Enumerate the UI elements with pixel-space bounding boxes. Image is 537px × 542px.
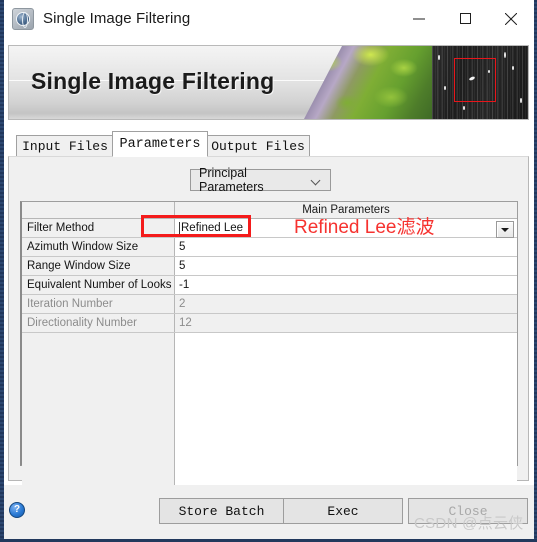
table-row[interactable]: Range Window Size 5: [22, 257, 517, 276]
table-row[interactable]: Azimuth Window Size 5: [22, 238, 517, 257]
tab-parameters[interactable]: Parameters: [112, 131, 208, 157]
row-value-iteration-number: 2: [175, 295, 517, 313]
row-value-directionality-number: 12: [175, 314, 517, 332]
exec-button-label: Exec: [327, 503, 359, 519]
annotation-note: Refined Lee滤波: [294, 217, 435, 238]
exec-button[interactable]: Exec: [283, 498, 403, 524]
filter-method-dropdown-button[interactable]: [496, 221, 514, 238]
text-caret: [179, 222, 180, 234]
store-batch-button-label: Store Batch: [178, 503, 265, 519]
parameter-set-select-value: Principal Parameters: [199, 166, 264, 194]
table-empty-area: [22, 333, 517, 486]
row-label-iteration-number: Iteration Number: [22, 295, 175, 313]
close-icon[interactable]: [488, 0, 534, 37]
table-header-row: Main Parameters: [22, 202, 517, 219]
parameters-panel: Principal Parameters Main Parameters Fil…: [8, 156, 529, 486]
application-window: Single Image Filtering Single Image Filt…: [0, 0, 537, 542]
tab-input-files[interactable]: Input Files: [16, 135, 114, 157]
table-row: Iteration Number 2: [22, 295, 517, 314]
footer-bar: ? Store Batch Exec Close: [4, 485, 534, 539]
row-value-azimuth-window-size[interactable]: 5: [175, 238, 517, 256]
row-label-equivalent-number-of-looks: Equivalent Number of Looks: [22, 276, 175, 294]
table-row[interactable]: Filter Method Refined Lee: [22, 219, 517, 238]
triangle-down-icon: [501, 227, 509, 232]
row-value-filter-method-text: Refined Lee: [181, 222, 244, 234]
tab-input-files-label: Input Files: [22, 138, 108, 154]
table-row[interactable]: Equivalent Number of Looks -1: [22, 276, 517, 295]
tab-output-files-label: Output Files: [211, 138, 305, 154]
row-label-directionality-number: Directionality Number: [22, 314, 175, 332]
banner: Single Image Filtering: [8, 45, 529, 120]
table-header-left: [22, 202, 175, 218]
maximize-icon[interactable]: [442, 0, 488, 37]
row-label-filter-method: Filter Method: [22, 219, 175, 237]
sar-highlight-box: [454, 58, 496, 102]
help-icon[interactable]: ?: [9, 502, 25, 518]
chevron-down-icon: [312, 176, 321, 185]
row-value-equivalent-number-of-looks[interactable]: -1: [175, 276, 517, 294]
window-title: Single Image Filtering: [43, 10, 191, 27]
sar-radar-thumbnail: [432, 46, 528, 119]
parameters-table: Main Parameters Filter Method Refined Le…: [20, 201, 518, 486]
window-controls: [396, 0, 534, 37]
store-batch-button[interactable]: Store Batch: [159, 498, 284, 524]
globe-icon: [12, 7, 34, 30]
row-label-range-window-size: Range Window Size: [22, 257, 175, 275]
row-label-azimuth-window-size: Azimuth Window Size: [22, 238, 175, 256]
close-button-label: Close: [448, 503, 488, 519]
tab-parameters-label: Parameters: [119, 136, 201, 152]
tab-strip: Input Files Parameters Output Files: [8, 131, 529, 157]
tab-output-files[interactable]: Output Files: [206, 135, 310, 157]
window-left-border: [0, 0, 4, 542]
minimize-icon[interactable]: [396, 0, 442, 37]
banner-title: Single Image Filtering: [31, 68, 275, 94]
close-button: Close: [408, 498, 528, 524]
row-value-range-window-size[interactable]: 5: [175, 257, 517, 275]
title-bar: Single Image Filtering: [4, 0, 534, 37]
table-row: Directionality Number 12: [22, 314, 517, 333]
banner-image-strip: [304, 46, 528, 119]
parameter-set-select[interactable]: Principal Parameters: [190, 166, 331, 194]
